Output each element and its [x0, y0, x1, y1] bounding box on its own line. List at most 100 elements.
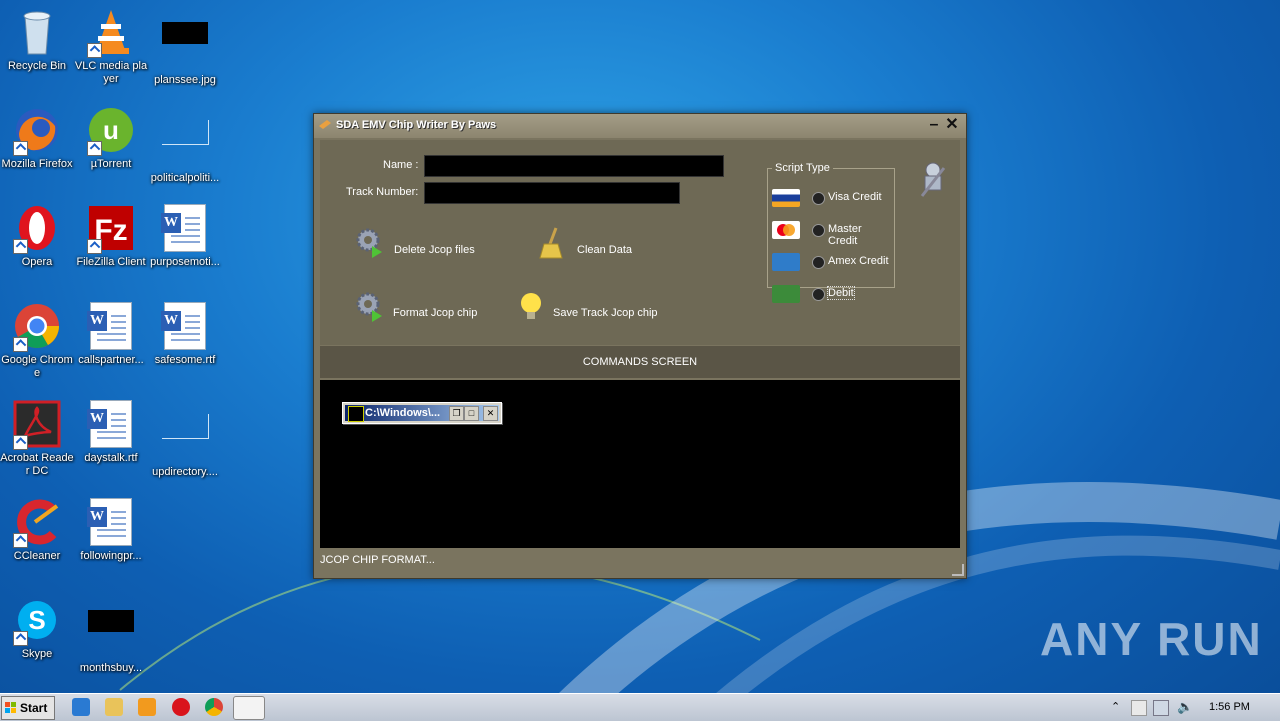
- filezilla-icon: Fz: [87, 204, 135, 254]
- word-document-icon: W: [161, 204, 209, 252]
- desktop-icon-planssee[interactable]: planssee.jpg: [148, 8, 222, 87]
- explorer-folder-icon[interactable]: [105, 698, 123, 716]
- maximize-button[interactable]: □: [464, 406, 479, 421]
- clock[interactable]: 1:56 PM: [1209, 701, 1250, 713]
- button-label: Format Jcop chip: [393, 307, 478, 319]
- app-window: SDA EMV Chip Writer By Paws – ✕ Name : T…: [313, 113, 967, 579]
- desktop-icon-safesome[interactable]: W safesome.rtf: [148, 302, 222, 367]
- word-document-icon: W: [161, 302, 209, 350]
- name-label: Name :: [383, 159, 419, 171]
- desktop-icon-daystalk[interactable]: W daystalk.rtf: [74, 400, 148, 465]
- firefox-icon: [13, 106, 61, 156]
- radio-button[interactable]: [812, 256, 825, 269]
- restore-button[interactable]: ❐: [449, 406, 464, 421]
- start-button[interactable]: Start: [1, 696, 55, 720]
- skype-icon: S: [13, 596, 61, 646]
- chrome-taskbar-icon[interactable]: [205, 698, 223, 716]
- minimize-button[interactable]: –: [926, 117, 942, 133]
- amex-credit-option[interactable]: Amex Credit: [772, 250, 890, 274]
- desktop-icon-utorrent[interactable]: u µTorrent: [74, 106, 148, 171]
- mastercard-icon: [772, 221, 800, 239]
- icon-label: Acrobat Reader DC: [0, 452, 74, 477]
- icon-label: Opera: [21, 256, 53, 268]
- word-document-icon: W: [87, 498, 135, 546]
- anyrun-watermark: ANY RUN: [1040, 613, 1263, 665]
- acrobat-icon: [13, 400, 61, 450]
- opera-taskbar-icon[interactable]: [172, 698, 190, 716]
- shortcut-arrow-icon: [87, 43, 102, 58]
- word-document-icon: W: [87, 400, 135, 448]
- button-label: Delete Jcop files: [394, 244, 475, 256]
- status-text: JCOP CHIP FORMAT...: [320, 554, 435, 566]
- desktop-icon-filezilla[interactable]: Fz FileZilla Client: [74, 204, 148, 269]
- desktop-icon-purposemoti[interactable]: W purposemoti...: [148, 204, 222, 269]
- app-icon: [319, 120, 331, 129]
- chrome-icon: [13, 302, 61, 352]
- recycle-bin-icon: [13, 8, 61, 56]
- icon-label: safesome.rtf: [154, 354, 216, 366]
- option-label: Visa Credit: [828, 191, 882, 203]
- desktop-icon-updirectory[interactable]: updirectory....: [148, 400, 222, 479]
- close-button[interactable]: ✕: [944, 117, 960, 133]
- desktop-icon-callspartner[interactable]: W callspartner...: [74, 302, 148, 367]
- desktop-icon-skype[interactable]: S Skype: [0, 596, 74, 661]
- desktop-icon-monthsbuy[interactable]: monthsbuy...: [74, 596, 148, 675]
- icon-label: politicalpoliti...: [150, 172, 220, 184]
- option-label: Debit: [827, 286, 855, 300]
- shortcut-arrow-icon: [87, 141, 102, 156]
- desktop-icon-acrobat[interactable]: Acrobat Reader DC: [0, 400, 74, 478]
- ie-icon[interactable]: [72, 698, 90, 716]
- broom-icon: [539, 227, 563, 259]
- visa-card-icon: [772, 189, 800, 207]
- icon-label: planssee.jpg: [154, 74, 216, 86]
- media-player-icon[interactable]: [138, 698, 156, 716]
- radio-button[interactable]: [812, 224, 825, 237]
- icon-label: FileZilla Client: [76, 256, 146, 268]
- desktop-icon-chrome[interactable]: Google Chrome: [0, 302, 74, 380]
- debit-option[interactable]: Debit: [772, 282, 890, 306]
- icon-label: monthsbuy...: [79, 662, 143, 674]
- desktop-icon-followingpr[interactable]: W followingpr...: [74, 498, 148, 563]
- show-hidden-icons-icon[interactable]: ⌃: [1111, 700, 1120, 713]
- desktop-icon-recycle-bin[interactable]: Recycle Bin: [0, 8, 74, 73]
- icon-label: daystalk.rtf: [84, 452, 138, 464]
- commands-screen-header: COMMANDS SCREEN: [320, 346, 960, 378]
- script-type-group: Script Type Visa Credit Master Credit Am…: [767, 162, 895, 303]
- icon-label: callspartner...: [78, 354, 144, 366]
- icon-label: CCleaner: [13, 550, 61, 562]
- icon-label: Recycle Bin: [7, 60, 67, 72]
- name-field[interactable]: [424, 155, 724, 177]
- controls-panel: Name : Track Number: Delete Jcop files C…: [320, 140, 960, 345]
- windows-logo-icon: [5, 702, 16, 713]
- desktop-icon-vlc[interactable]: VLC media player: [74, 8, 148, 86]
- track-number-field[interactable]: [424, 182, 680, 204]
- icon-label: µTorrent: [90, 158, 132, 170]
- shortcut-arrow-icon: [87, 239, 102, 254]
- word-document-icon: W: [87, 302, 135, 350]
- icon-label: Skype: [21, 648, 53, 660]
- master-credit-option[interactable]: Master Credit: [772, 218, 890, 247]
- console-title: C:\Windows\...: [365, 407, 441, 419]
- system-tray: ⌃ 🔈 1:56 PM: [1105, 694, 1280, 721]
- desktop-icon-firefox[interactable]: Mozilla Firefox: [0, 106, 74, 171]
- radio-button[interactable]: [812, 192, 825, 205]
- desktop-icon-ccleaner[interactable]: CCleaner: [0, 498, 74, 563]
- lightbulb-icon: [521, 293, 541, 319]
- desktop-icon-opera[interactable]: Opera: [0, 204, 74, 269]
- resize-grip[interactable]: [952, 564, 964, 576]
- radio-button[interactable]: [812, 288, 825, 301]
- title-bar[interactable]: SDA EMV Chip Writer By Paws – ✕: [314, 114, 966, 138]
- network-icon[interactable]: [1153, 700, 1169, 716]
- action-center-icon[interactable]: [1131, 700, 1147, 716]
- visa-credit-option[interactable]: Visa Credit: [772, 186, 890, 210]
- option-label: Master Credit: [828, 223, 862, 247]
- blank-file-icon: [161, 414, 209, 462]
- desktop-icon-politicalpoliti[interactable]: politicalpoliti...: [148, 106, 222, 185]
- image-file-icon: [161, 22, 209, 70]
- gears-icon: [356, 292, 382, 322]
- close-button[interactable]: ✕: [483, 406, 498, 421]
- volume-icon[interactable]: 🔈: [1177, 699, 1193, 715]
- svg-text:u: u: [103, 115, 119, 145]
- minimized-console-window[interactable]: C:\Windows\... ❐ □ ✕: [342, 402, 502, 424]
- chip-writer-taskbar-button[interactable]: [233, 696, 265, 720]
